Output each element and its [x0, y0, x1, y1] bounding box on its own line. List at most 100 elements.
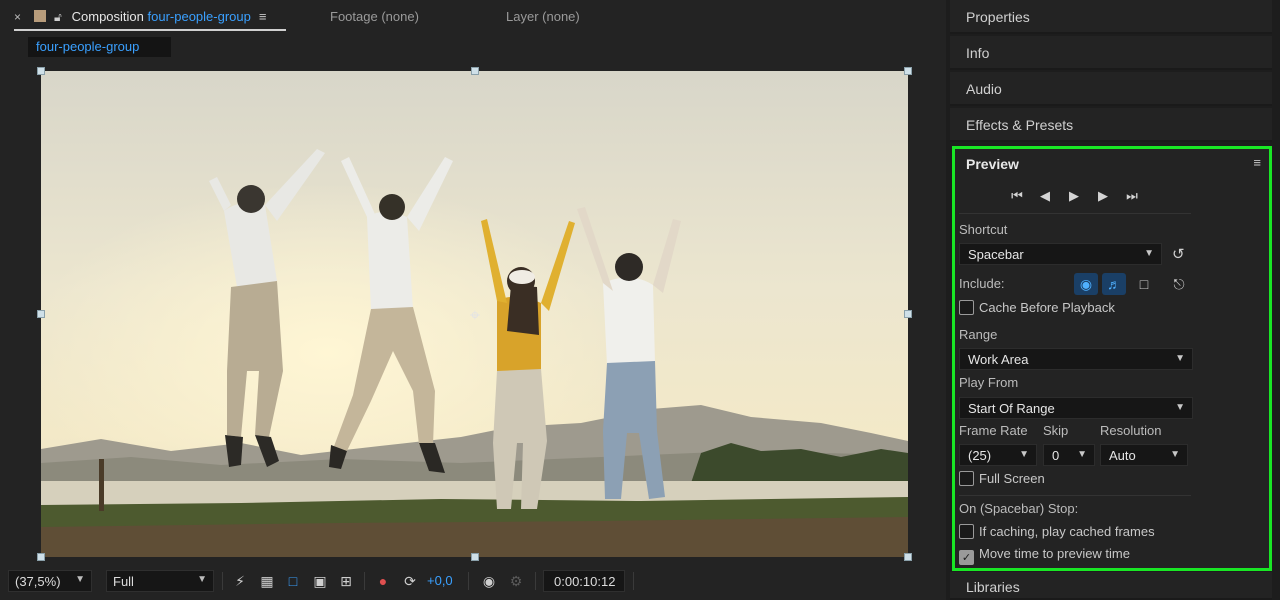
panel-properties[interactable]: Properties [950, 0, 1272, 34]
transform-handle-top-right[interactable] [904, 67, 912, 75]
full-screen-checkbox[interactable]: Full Screen [959, 471, 1045, 486]
play-from-label: Play From [959, 375, 1019, 390]
panel-libraries-label: Libraries [966, 579, 1020, 595]
include-overlays-icon[interactable]: □ [1132, 273, 1156, 295]
region-of-interest-icon[interactable]: ▣ [311, 572, 329, 590]
frame-rate-dropdown[interactable]: (25) ▼ [959, 444, 1037, 466]
transform-handle-bottom[interactable] [471, 553, 479, 561]
range-label: Range [959, 327, 998, 342]
play-icon[interactable]: ▶︎ [1064, 186, 1084, 206]
tab-layer-label: Layer [506, 9, 539, 24]
include-label: Include: [959, 276, 1005, 291]
range-dropdown[interactable]: Work Area ▼ [959, 348, 1193, 370]
viewer-toolbar: (37,5%) ▼ Full ▼ ⚡ ▦ □ ▣ ⊞ ● ⟳ +0,0 ◉ ⚙ … [0, 566, 946, 596]
close-icon[interactable]: × [14, 10, 28, 24]
transport-controls: ⏮ ◀︎ ▶︎ ▶︎ ⏭ [1007, 186, 1147, 206]
magnification-dropdown[interactable]: (37,5%) ▼ [8, 570, 92, 592]
skip-label: Skip [1043, 423, 1069, 438]
checkbox-box-checked[interactable]: ✓ [959, 550, 974, 565]
color-channels-icon[interactable]: ● [374, 572, 392, 590]
exposure-value[interactable]: +0,0 [427, 573, 453, 588]
chevron-down-icon: ▼ [1019, 449, 1029, 460]
panel-menu-icon[interactable]: ≡ [1253, 155, 1261, 170]
toolbar-divider [468, 572, 469, 590]
resolution-value: Full [113, 574, 134, 589]
resolution-value: Auto [1109, 448, 1136, 463]
panel-info-label: Info [966, 45, 990, 61]
toolbar-divider [633, 572, 634, 590]
checkbox-box[interactable] [959, 524, 974, 539]
panel-audio[interactable]: Audio [950, 72, 1272, 106]
move-time-label: Move time to preview time [979, 546, 1130, 561]
show-snapshot-icon[interactable]: ⚙ [507, 572, 525, 590]
external-output-icon[interactable]: ⎋ [1167, 273, 1191, 295]
panel-properties-label: Properties [966, 9, 1030, 25]
transform-handle-left[interactable] [37, 310, 45, 318]
tab-footage[interactable]: Footage (none) [330, 9, 419, 24]
transform-handle-top-left[interactable] [37, 67, 45, 75]
resolution-label: Resolution [1100, 423, 1162, 438]
toolbar-divider [535, 572, 536, 590]
grid-guide-options-icon[interactable]: ⊞ [337, 572, 355, 590]
tab-layer[interactable]: Layer (none) [506, 9, 580, 24]
chevron-down-icon: ▼ [1077, 449, 1087, 460]
chevron-down-icon: ▼ [1175, 402, 1185, 413]
play-from-value: Start Of Range [968, 401, 1055, 416]
tab-composition[interactable]: × 🔓︎ Composition four-people-group ≡ [14, 9, 266, 25]
play-from-dropdown[interactable]: Start Of Range ▼ [959, 397, 1193, 419]
panel-libraries[interactable]: Libraries [950, 572, 1272, 600]
include-video-eye-icon[interactable]: ◉ [1074, 273, 1098, 295]
tab-layer-value: (none) [542, 9, 580, 24]
last-frame-icon[interactable]: ⏭ [1122, 186, 1142, 206]
resolution-dropdown[interactable]: Auto ▼ [1100, 444, 1188, 466]
current-time-display[interactable]: 0:00:10:12 [543, 570, 625, 592]
next-frame-icon[interactable]: ▶︎ [1093, 186, 1113, 206]
preview-panel: Preview ≡ ⏮ ◀︎ ▶︎ ▶︎ ⏭ Shortcut Spacebar… [952, 146, 1272, 571]
move-time-checkbox[interactable]: ✓ Move time to preview time [959, 546, 1130, 565]
transform-handle-top[interactable] [471, 67, 479, 75]
resolution-dropdown[interactable]: Full ▼ [106, 570, 214, 592]
reset-icon[interactable]: ↺ [1172, 245, 1185, 263]
magnification-value: (37,5%) [15, 574, 61, 589]
section-divider [959, 213, 1191, 214]
panel-effects-label: Effects & Presets [966, 117, 1074, 133]
shortcut-dropdown[interactable]: Spacebar ▼ [959, 243, 1162, 265]
range-value: Work Area [968, 352, 1029, 367]
frame-rate-label: Frame Rate [959, 423, 1028, 438]
shortcut-label: Shortcut [959, 222, 1008, 237]
chevron-down-icon: ▼ [197, 574, 207, 585]
transform-handle-bottom-right[interactable] [904, 553, 912, 561]
full-screen-label: Full Screen [979, 471, 1045, 486]
anchor-point-icon[interactable]: ⌖ [465, 305, 485, 325]
on-stop-label: On (Spacebar) Stop: [959, 501, 1079, 516]
transparency-grid-icon[interactable]: ▦ [258, 572, 276, 590]
if-caching-checkbox[interactable]: If caching, play cached frames [959, 524, 1155, 539]
panel-effects-presets[interactable]: Effects & Presets [950, 108, 1272, 142]
skip-dropdown[interactable]: 0 ▼ [1043, 444, 1095, 466]
tab-menu-icon[interactable]: ≡ [259, 9, 267, 24]
include-audio-speaker-icon[interactable]: ♬ [1102, 273, 1126, 295]
shortcut-value: Spacebar [968, 247, 1024, 262]
chevron-down-icon: ▼ [75, 574, 85, 585]
unlock-icon[interactable]: 🔓︎ [54, 10, 68, 25]
chevron-down-icon: ▼ [1175, 353, 1185, 364]
cache-before-playback-label: Cache Before Playback [979, 300, 1115, 315]
fast-previews-icon[interactable]: ⚡ [231, 572, 249, 590]
cache-before-playback-checkbox[interactable]: Cache Before Playback [959, 300, 1115, 315]
composition-breadcrumb[interactable]: four-people-group [28, 37, 171, 57]
panel-info[interactable]: Info [950, 36, 1272, 70]
previous-frame-icon[interactable]: ◀︎ [1035, 186, 1055, 206]
tab-composition-name: four-people-group [147, 9, 251, 24]
mask-path-visibility-icon[interactable]: □ [284, 572, 302, 590]
skip-value: 0 [1052, 448, 1060, 463]
checkbox-box[interactable] [959, 471, 974, 486]
transform-handle-right[interactable] [904, 310, 912, 318]
snapshot-camera-icon[interactable]: ◉ [480, 572, 498, 590]
first-frame-icon[interactable]: ⏮ [1007, 186, 1027, 206]
preview-title: Preview [966, 156, 1019, 172]
toolbar-divider [364, 572, 365, 590]
reset-exposure-icon[interactable]: ⟳ [401, 572, 419, 590]
checkbox-box[interactable] [959, 300, 974, 315]
transform-handle-bottom-left[interactable] [37, 553, 45, 561]
composition-color-swatch [34, 10, 46, 22]
